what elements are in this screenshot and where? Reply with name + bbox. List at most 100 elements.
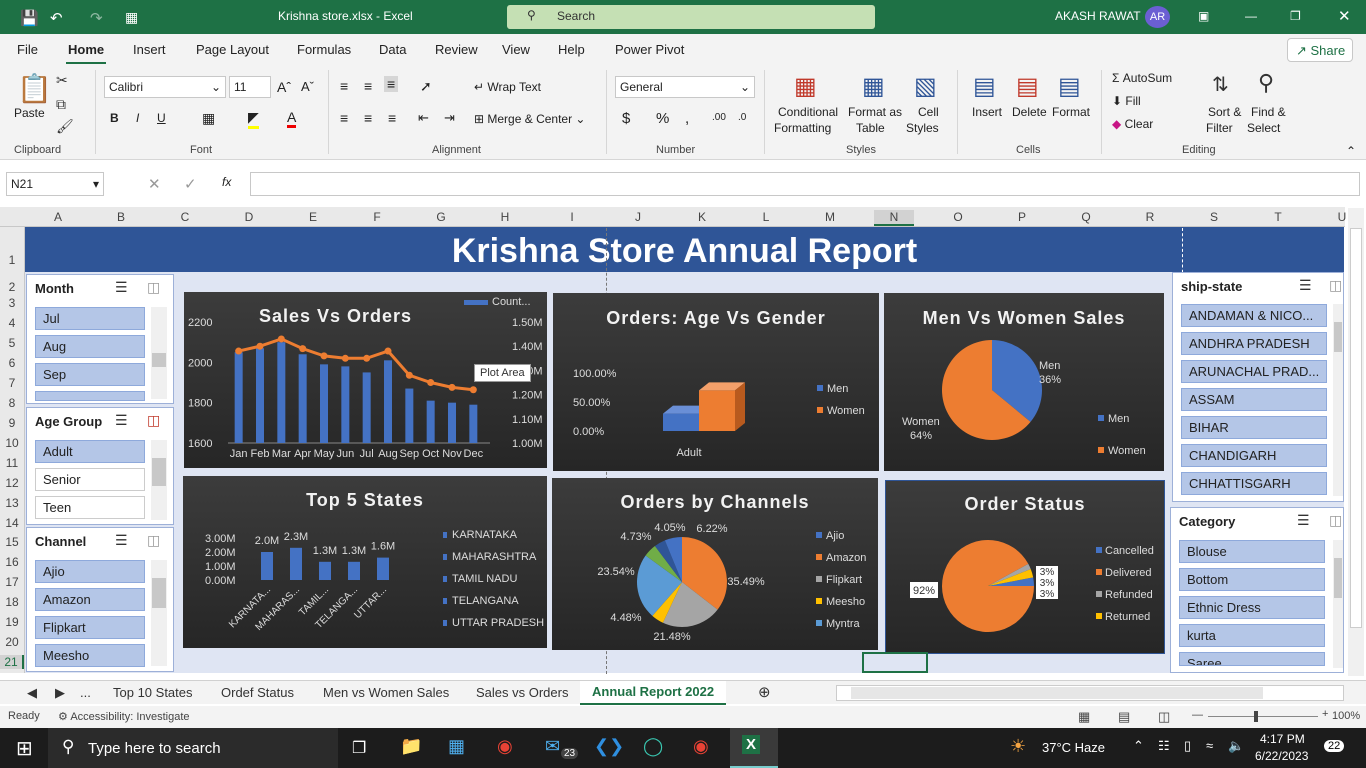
column-header[interactable]: D <box>239 210 259 224</box>
excel-taskbar-button[interactable]: X <box>730 728 778 768</box>
slicer-item[interactable]: Jul <box>35 307 145 330</box>
slicer-item[interactable]: ANDHRA PRADESH <box>1181 332 1327 355</box>
column-header[interactable]: B <box>111 210 131 224</box>
clear-filter-icon[interactable]: ◫ <box>147 279 160 296</box>
row-header[interactable]: 13 <box>0 496 24 510</box>
decrease-indent-icon[interactable]: ⇤ <box>418 110 429 126</box>
notification-badge[interactable]: 22 <box>1324 740 1345 752</box>
clock-time[interactable]: 4:17 PM <box>1260 732 1305 746</box>
column-header[interactable]: R <box>1140 210 1160 224</box>
zoom-level[interactable]: 100% <box>1332 710 1360 722</box>
chrome-profile-icon[interactable]: ◉ <box>693 736 709 757</box>
row-header[interactable]: 11 <box>0 456 24 470</box>
paste-label[interactable]: Paste <box>14 106 45 120</box>
format-as-table-line2[interactable]: Table <box>856 121 885 135</box>
font-color-icon[interactable]: A <box>287 109 297 128</box>
save-icon[interactable]: 💾 <box>20 9 39 27</box>
column-header[interactable]: J <box>628 210 648 224</box>
scrollbar[interactable] <box>1333 540 1343 668</box>
avatar[interactable]: AR <box>1145 6 1170 28</box>
clear-filter-icon[interactable]: ◫ <box>147 412 160 429</box>
row-header[interactable]: 10 <box>0 436 24 450</box>
edge-icon[interactable]: ◯ <box>643 736 663 757</box>
italic-icon[interactable]: I <box>136 111 139 125</box>
tab-page-layout[interactable]: Page Layout <box>196 42 269 57</box>
increase-decimal-icon[interactable]: .00 <box>712 112 726 123</box>
collapse-ribbon-icon[interactable]: ⌃ <box>1346 144 1356 158</box>
tab-home[interactable]: Home <box>65 42 107 65</box>
delete-cells-label[interactable]: Delete <box>1012 105 1047 119</box>
slicer-item[interactable]: Blouse <box>1179 540 1325 563</box>
order-status-chart[interactable]: Order Status 92% 3% 3% 3% Cancelled Delivered… <box>885 480 1165 654</box>
increase-indent-icon[interactable]: ⇥ <box>444 110 455 126</box>
sort-filter-line2[interactable]: Filter <box>1206 121 1233 135</box>
slicer-item[interactable]: Adult <box>35 440 145 463</box>
clear-filter-icon[interactable]: ◫ <box>1329 512 1342 529</box>
grow-font-icon[interactable]: Aˆ <box>277 79 291 95</box>
formula-input[interactable] <box>250 172 1360 196</box>
find-select-line2[interactable]: Select <box>1247 121 1280 135</box>
undo-icon[interactable]: ↶ <box>50 9 63 27</box>
multi-select-icon[interactable]: ☰ <box>1297 512 1310 529</box>
ribbon-display-icon[interactable]: ▣ <box>1198 9 1209 23</box>
sales-vs-orders-chart[interactable]: Sales Vs Orders Count... 2200 2000 1800 160… <box>184 292 547 468</box>
volume-icon[interactable]: 🔈 <box>1228 738 1244 754</box>
slicer-item[interactable]: kurta <box>1179 624 1325 647</box>
page-break-icon[interactable]: ◫ <box>1158 709 1170 725</box>
align-center-icon[interactable]: ≡ <box>364 110 372 126</box>
row-header[interactable]: 8 <box>0 396 24 410</box>
find-select-line1[interactable]: Find & <box>1251 105 1286 119</box>
sort-filter-line1[interactable]: Sort & <box>1208 105 1241 119</box>
conditional-formatting-line1[interactable]: Conditional <box>778 105 838 119</box>
column-header[interactable]: G <box>431 210 451 224</box>
format-painter-icon[interactable]: 🖌 <box>56 118 74 135</box>
clock-date[interactable]: 6/22/2023 <box>1255 749 1308 763</box>
underline-icon[interactable]: U <box>157 111 166 125</box>
row-header[interactable]: 5 <box>0 336 24 350</box>
tab-formulas[interactable]: Formulas <box>297 42 351 57</box>
column-header[interactable]: H <box>495 210 515 224</box>
zoom-slider[interactable] <box>1208 711 1318 722</box>
sheet-tab[interactable]: Ordef Status <box>221 685 294 700</box>
percent-icon[interactable]: % <box>656 110 669 127</box>
find-select-icon[interactable]: ⚲ <box>1258 70 1274 96</box>
battery-icon[interactable]: ▯ <box>1184 738 1191 754</box>
insert-cells-label[interactable]: Insert <box>972 105 1002 119</box>
column-header[interactable]: I <box>562 210 582 224</box>
tab-view[interactable]: View <box>502 42 530 57</box>
autosum-button[interactable]: Σ AutoSum <box>1112 71 1172 85</box>
normal-view-icon[interactable]: ▦ <box>1078 709 1090 725</box>
store-icon[interactable]: ▦ <box>448 736 465 757</box>
row-header[interactable]: 14 <box>0 516 24 530</box>
slicer-item[interactable]: CHHATTISGARH <box>1181 472 1327 495</box>
column-header[interactable]: A <box>48 210 68 224</box>
sheet-tab[interactable]: Sales vs Orders <box>476 685 568 700</box>
slicer-item[interactable]: Meesho <box>35 644 145 667</box>
format-as-table-line1[interactable]: Format as <box>848 105 902 119</box>
enter-icon[interactable]: ✓ <box>184 175 197 193</box>
slicer-item[interactable]: Senior <box>35 468 145 491</box>
sort-filter-icon[interactable]: ⇅ <box>1212 72 1229 97</box>
copy-icon[interactable]: ⧉ <box>56 96 66 113</box>
row-header[interactable]: 17 <box>0 575 24 589</box>
bold-icon[interactable]: B <box>110 111 119 125</box>
delete-cells-icon[interactable]: ▤ <box>1016 72 1039 101</box>
slicer-item-partial[interactable] <box>35 391 145 401</box>
name-box[interactable]: N21 ▾ <box>6 172 104 196</box>
format-as-table-icon[interactable]: ▦ <box>862 72 885 101</box>
number-format-select[interactable]: General ⌄ <box>615 76 755 98</box>
minimize-icon[interactable]: — <box>1245 9 1257 23</box>
cut-icon[interactable]: ✂ <box>56 72 68 89</box>
tab-insert[interactable]: Insert <box>133 42 166 57</box>
taskbar-search[interactable]: ⚲ Type here to search <box>48 728 338 768</box>
slicer-item[interactable]: Aug <box>35 335 145 358</box>
tray-expand-icon[interactable]: ⌃ <box>1133 738 1144 754</box>
windows-start-icon[interactable]: ⊞ <box>16 736 33 761</box>
scrollbar[interactable] <box>1333 304 1343 496</box>
column-header[interactable]: K <box>692 210 712 224</box>
slicer-item[interactable]: Ethnic Dress <box>1179 596 1325 619</box>
borders-quick-icon[interactable]: ▦ <box>125 9 138 26</box>
selected-cell[interactable] <box>862 652 928 673</box>
row-header[interactable]: 1 <box>0 253 24 267</box>
row-header[interactable]: 19 <box>0 615 24 629</box>
